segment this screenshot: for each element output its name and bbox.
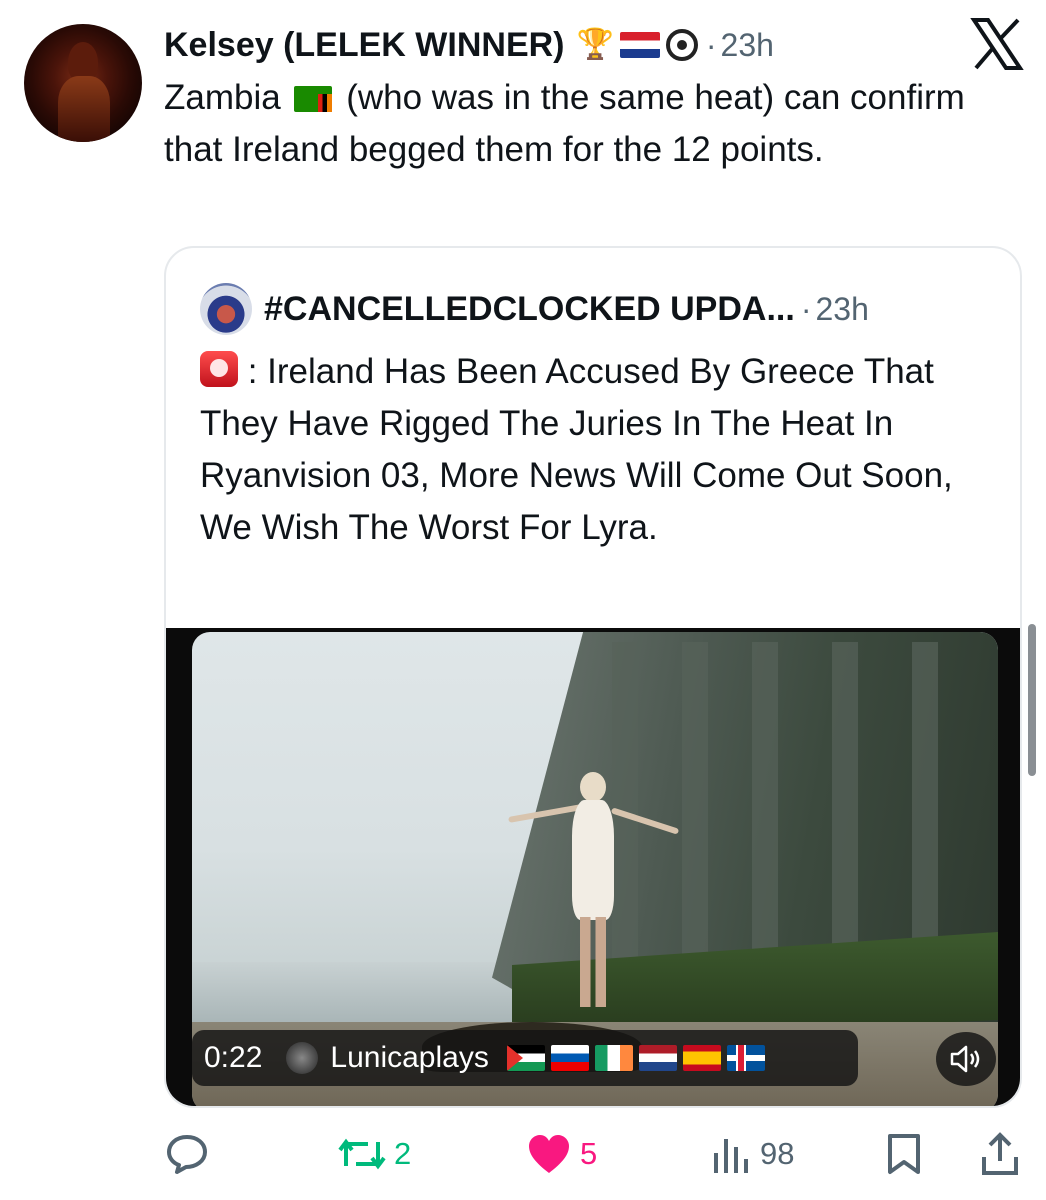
quoted-text-body: : Ireland Has Been Accused By Greece Tha… bbox=[200, 352, 953, 547]
repost-icon bbox=[338, 1138, 386, 1170]
like-count: 5 bbox=[580, 1136, 598, 1171]
x-logo-icon[interactable] bbox=[968, 16, 1026, 72]
video-player[interactable]: 0:22 Lunicaplays bbox=[166, 628, 1020, 1106]
post-header: Kelsey (LELEK WINNER) 🏆 · 23h bbox=[164, 20, 774, 70]
iceland-flag-icon bbox=[726, 1045, 765, 1071]
post-text-part2: (who was in the same heat) can confirm t… bbox=[164, 78, 965, 169]
quoted-post[interactable]: #CANCELLEDCLOCKED UPDA... · 23h : Irelan… bbox=[164, 246, 1022, 1108]
share-icon bbox=[982, 1132, 1018, 1175]
ireland-flag-icon bbox=[594, 1045, 633, 1071]
post-timestamp[interactable]: 23h bbox=[721, 27, 774, 64]
zambia-flag-icon bbox=[294, 86, 333, 112]
siren-icon bbox=[200, 351, 238, 387]
views-count: 98 bbox=[760, 1136, 795, 1171]
heart-icon bbox=[529, 1135, 569, 1173]
netherlands-flag-icon bbox=[638, 1045, 677, 1071]
mute-button[interactable] bbox=[936, 1032, 996, 1086]
reply-icon bbox=[167, 1135, 207, 1174]
quoted-text: : Ireland Has Been Accused By Greece Tha… bbox=[200, 346, 990, 554]
quoted-header: #CANCELLEDCLOCKED UPDA... · 23h bbox=[200, 282, 869, 336]
video-timestamp: 0:22 bbox=[204, 1041, 263, 1074]
bookmark-icon bbox=[888, 1134, 920, 1174]
eye-badge-icon bbox=[665, 29, 698, 61]
slovenia-flag-icon bbox=[550, 1045, 589, 1071]
quoted-author[interactable]: #CANCELLEDCLOCKED UPDA... bbox=[264, 290, 795, 329]
scrollbar[interactable] bbox=[1028, 624, 1036, 776]
bookmark-button[interactable] bbox=[884, 1126, 924, 1182]
author-avatar[interactable] bbox=[24, 24, 142, 142]
author-name[interactable]: Kelsey (LELEK WINNER) bbox=[164, 26, 565, 65]
post-text-part1: Zambia bbox=[164, 78, 281, 117]
speaker-icon bbox=[950, 1045, 980, 1073]
author-badges: 🏆 bbox=[577, 29, 698, 61]
share-button[interactable] bbox=[980, 1126, 1020, 1182]
views-button[interactable]: 98 bbox=[708, 1126, 794, 1182]
spain-flag-icon bbox=[682, 1045, 721, 1071]
like-button[interactable]: 5 bbox=[526, 1126, 597, 1182]
palestine-flag-icon bbox=[506, 1045, 545, 1071]
quoted-separator: · bbox=[800, 290, 812, 327]
trophy-icon: 🏆 bbox=[576, 28, 614, 61]
post-text: Zambia (who was in the same heat) can co… bbox=[164, 72, 984, 176]
repost-button[interactable]: 2 bbox=[338, 1126, 411, 1182]
action-bar: 2 5 98 bbox=[164, 1126, 1024, 1186]
views-icon bbox=[714, 1139, 748, 1173]
repost-count: 2 bbox=[394, 1136, 412, 1171]
video-channel-avatar bbox=[286, 1042, 319, 1074]
reply-button[interactable] bbox=[164, 1126, 210, 1182]
header-separator: · bbox=[705, 26, 717, 63]
croatia-flag-icon bbox=[619, 32, 660, 58]
video-info-bar: 0:22 Lunicaplays bbox=[192, 1030, 858, 1086]
quoted-avatar[interactable] bbox=[200, 283, 252, 335]
quoted-timestamp[interactable]: 23h bbox=[815, 291, 868, 328]
video-channel-name: Lunicaplays bbox=[330, 1041, 489, 1074]
